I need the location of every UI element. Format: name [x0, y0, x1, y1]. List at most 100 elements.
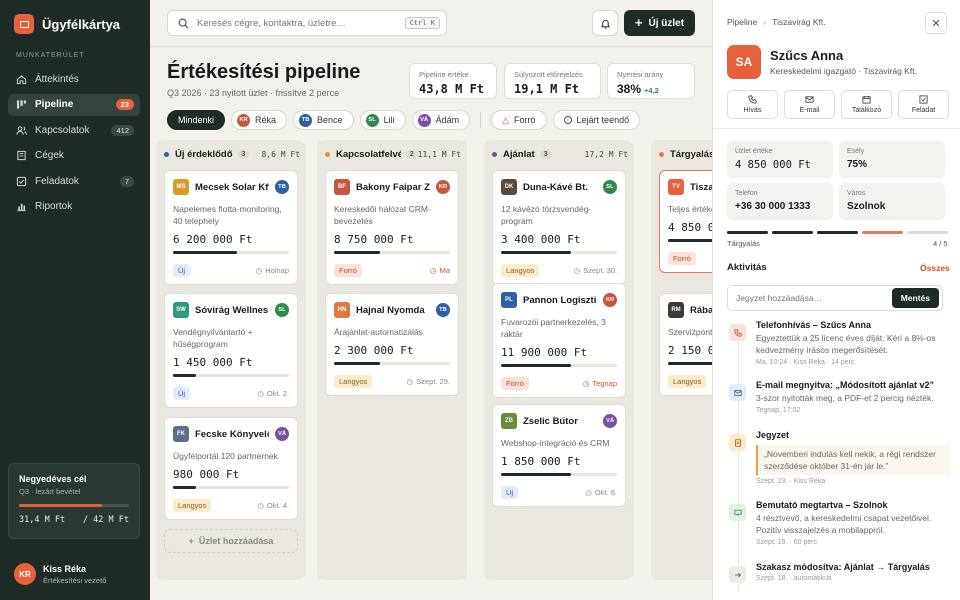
task-button[interactable]: Feladat: [898, 90, 949, 119]
temperature-tag: Langyos: [173, 498, 212, 512]
owner-avatar: KR: [603, 293, 617, 307]
deal-amount: 980 000 Ft: [173, 468, 240, 481]
temperature-tag: Forró: [501, 376, 529, 390]
user-profile[interactable]: KR Kiss Réka Értékesítési vezető: [14, 563, 106, 585]
sidebar-item-kapcsolatok[interactable]: Kapcsolatok 412: [8, 119, 140, 141]
filter-person-name: Lili: [383, 115, 395, 125]
stage-progress: [727, 231, 948, 234]
stage-dot-icon: [492, 152, 497, 157]
sidebar: Ügyfélkártya MUNKATERÜLET Áttekintés Pipe…: [0, 0, 150, 600]
filter-person-kr[interactable]: KR Réka: [231, 110, 288, 130]
search-input[interactable]: [197, 17, 405, 29]
deal-progress-bar: [334, 251, 450, 254]
add-deal-button[interactable]: + Üzlet hozzáadása: [164, 529, 298, 553]
sidebar-item--ttekint-s[interactable]: Áttekintés: [8, 68, 140, 90]
due-date-label: Szept. 29.: [416, 376, 450, 386]
chart-icon: [16, 201, 27, 212]
deal-amount: 11 900 000 Ft: [501, 346, 588, 359]
filter-hot[interactable]: △ Forró: [491, 110, 547, 130]
stage-segment: [907, 231, 948, 234]
breadcrumb-company: Tiszavirág Kft.: [772, 17, 826, 27]
due-date: ◷ Okt. 6.: [585, 488, 617, 497]
activity-item[interactable]: Jegyzet „Novemberi indulás kell nekik, a …: [727, 430, 951, 485]
goal-current: 31,4 M Ft: [19, 515, 66, 525]
note-input[interactable]: [736, 293, 892, 303]
building-icon: [16, 150, 27, 161]
filter-person-tb[interactable]: TB Bence: [293, 110, 354, 130]
deal-amount: 3 400 000 Ft: [501, 233, 581, 246]
deal-amount: 1 850 000 Ft: [501, 455, 581, 468]
deal-card[interactable]: HN Hajnal Nyomda TB Árajánlat-automatizálás…: [325, 293, 459, 396]
activity-item[interactable]: Bemutató megtartva – Szolnok 4 résztvevő,…: [727, 500, 951, 546]
call-button[interactable]: Hívás: [727, 90, 778, 119]
company-logo: FK: [173, 426, 189, 442]
notifications-button[interactable]: [592, 10, 618, 36]
info-phone: Telefon +36 30 000 1333: [727, 183, 833, 220]
due-date-label: Szept. 30.: [583, 265, 617, 275]
new-deal-button[interactable]: + Új üzlet: [624, 10, 695, 36]
search-box[interactable]: Ctrl K: [167, 10, 447, 36]
temperature-tag: Langyos: [501, 263, 540, 277]
activity-title: Jegyzet: [756, 430, 790, 440]
avatar: VÁ: [417, 113, 431, 127]
activity-item[interactable]: E-mail megnyitva: „Módosított ajánlat v2…: [727, 380, 951, 414]
note-composer: Mentés: [727, 285, 943, 311]
deal-card[interactable]: ZB Zselic Bútor VÁ Webshop-integráció és CR…: [492, 404, 626, 507]
activity-item[interactable]: Szakasz módosítva: Ajánlat → Tárgyalás Sz…: [727, 562, 951, 583]
sidebar-item-feladatok[interactable]: Feladatok 7: [8, 170, 140, 192]
info-value[interactable]: +36 30 000 1333: [735, 201, 825, 212]
panel-divider: [713, 128, 960, 129]
activity-item[interactable]: Telefonhívás – Szűcs Anna Egyeztettük a 2…: [727, 320, 951, 366]
email-button[interactable]: E-mail: [784, 90, 835, 119]
due-date-label: Okt. 4.: [266, 500, 289, 510]
deal-card[interactable]: SW Sóvirág Wellness SL Vendégnyilvántartó +…: [164, 293, 298, 408]
due-date: ◷ Okt. 2.: [257, 389, 289, 398]
task-icon: [919, 95, 928, 104]
deal-card[interactable]: MS Mecsek Solar Kft. TB Napelemes flotta-mo…: [164, 170, 298, 285]
due-date: ◷ Szept. 29.: [407, 377, 450, 386]
breadcrumb: Pipeline › Tiszavirág Kft.: [727, 17, 826, 27]
filter-person-vá[interactable]: VÁ Ádám: [411, 110, 471, 130]
info-value: Szolnok: [847, 201, 886, 212]
filter-overdue[interactable]: Lejárt teendő: [552, 110, 641, 130]
save-note-button[interactable]: Mentés: [891, 288, 939, 308]
pipeline-icon: [16, 99, 27, 110]
deal-card[interactable]: BF Bakony Faipar Zrt. KR Kereskedői hálózat…: [325, 170, 459, 285]
deal-card[interactable]: PL Pannon Logisztika Kft. KR Fuvarozói part…: [492, 283, 626, 398]
deal-progress-fill: [501, 251, 571, 254]
activity-all-link[interactable]: Összes: [920, 263, 950, 273]
stat-pipeline-value: Pipeline értéke 43,8 M Ft: [409, 63, 497, 99]
meeting-button[interactable]: Találkozó: [841, 90, 892, 119]
deal-progress-fill: [501, 473, 571, 476]
temperature-tag: Forró: [334, 263, 362, 277]
contact-name: Szűcs Anna: [770, 48, 844, 63]
filter-person-sl[interactable]: SL Lili: [359, 110, 406, 130]
avatar: SL: [365, 113, 379, 127]
page-title: Értékesítési pipeline: [167, 61, 361, 83]
sidebar-item-riportok[interactable]: Riportok: [8, 196, 140, 218]
pipeline-column-2: Ajánlat 3 17,2 M Ft DK Duna-Kávé Bt. SL 12 káv…: [484, 140, 634, 580]
deal-card[interactable]: FK Fecske Könyvelő Iroda VÁ Ügyfélportál 12…: [164, 417, 298, 520]
owner-avatar: KR: [436, 180, 450, 194]
deal-description: 12 kávézó törzsvendég-program: [501, 204, 592, 226]
company-name: Sóvirág Wellness: [195, 304, 269, 316]
breadcrumb-pipeline[interactable]: Pipeline: [727, 17, 757, 27]
flame-icon: △: [502, 114, 510, 125]
avatar: KR: [237, 113, 251, 127]
close-button[interactable]: ✕: [925, 12, 947, 34]
sidebar-item-badge: 7: [119, 175, 134, 187]
deal-description: Ügyfélportál 120 partnernek: [173, 451, 278, 461]
contact-avatar: SA: [727, 45, 761, 79]
stat-value: 38% +4,2: [617, 82, 685, 96]
brand[interactable]: Ügyfélkártya: [14, 14, 120, 34]
filter-everyone[interactable]: Mindenki: [167, 110, 226, 130]
clock-icon: ◷: [585, 487, 592, 497]
sidebar-item-pipeline[interactable]: Pipeline 23: [8, 93, 140, 116]
search-icon: [178, 18, 189, 29]
sidebar-item-label: Kapcsolatok: [35, 124, 90, 136]
sidebar-item-c-gek[interactable]: Cégek: [8, 145, 140, 167]
header-divider: [150, 46, 712, 47]
stat-weighted-forecast: Súlyozott előrejelzés 19,1 M Ft: [504, 63, 601, 99]
goal-subtitle: Q3 · lezárt bevétel: [19, 487, 81, 496]
deal-card[interactable]: DK Duna-Kávé Bt. SL 12 kávézó törzsvendég-p…: [492, 170, 626, 285]
